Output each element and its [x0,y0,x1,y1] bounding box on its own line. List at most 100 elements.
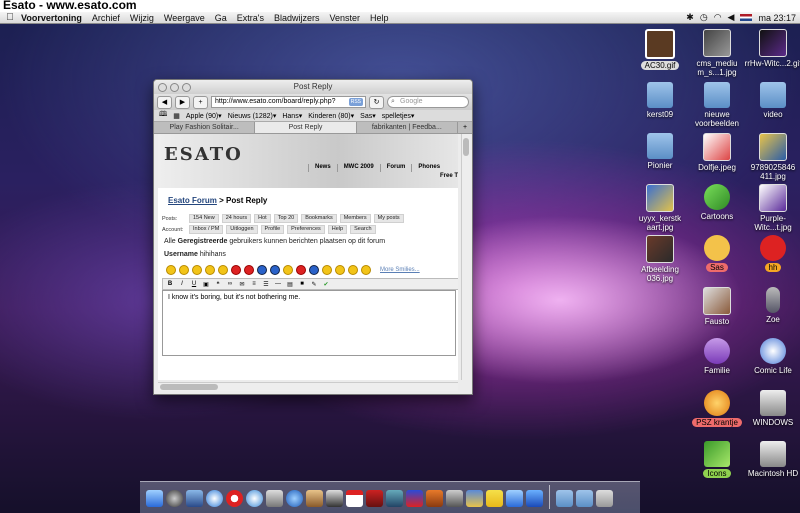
nav-mwc[interactable]: MWC 2009 [336,164,380,172]
menu-extras[interactable]: Extra's [232,13,269,23]
window-titlebar[interactable]: Post Reply [154,80,472,94]
bookmark-item[interactable]: Nieuws (1282)▾ [228,112,277,120]
rule-icon[interactable]: ― [274,281,282,287]
top-sites-grid-icon[interactable]: ▦ [173,112,180,120]
preview-app-icon[interactable] [306,490,323,507]
wifi-icon[interactable]: ◠ [714,12,722,23]
posts-top20[interactable]: Top 20 [273,214,299,223]
desktop-item[interactable]: Purple-Witc...t.jpg [743,184,800,232]
app-icon[interactable] [446,490,463,507]
opera-icon[interactable] [226,490,243,507]
desktop-item[interactable]: WINDOWS [743,390,800,427]
email-icon[interactable]: ✉ [238,281,246,288]
new-tab-button[interactable]: + [458,122,472,133]
desktop-item[interactable]: Fausto [687,287,747,326]
account-inbox[interactable]: Inbox / PM [189,225,224,234]
horizontal-scrollbar[interactable] [158,382,458,391]
bluetooth-icon[interactable]: ✱ [686,12,694,23]
desktop-item[interactable]: video [743,82,800,119]
minimize-button[interactable] [170,83,179,92]
desktop-item[interactable]: Comic Life [743,338,800,375]
desktop-item[interactable]: Icons [687,441,747,478]
input-flag-icon[interactable] [740,14,753,21]
save-icon[interactable]: ■ [298,281,306,287]
itunes-icon[interactable] [246,490,263,507]
url-field[interactable]: http://www.esato.com/board/reply.php? RSS [211,96,366,108]
photo-icon[interactable] [366,490,383,507]
desktop-item[interactable]: 9789025846 411.jpg [743,133,800,181]
dashboard-icon[interactable] [166,490,183,507]
trash-icon[interactable] [596,490,613,507]
menu-wijzig[interactable]: Wijzig [125,13,159,23]
smiley-icon[interactable] [179,265,189,275]
nav-phones[interactable]: Phones [411,164,446,172]
garageband-icon[interactable] [266,490,283,507]
bookmark-item[interactable]: spelletjes▾ [382,112,415,120]
smiley-icon[interactable] [205,265,215,275]
close-button[interactable] [158,83,167,92]
posts-hot[interactable]: Hot [254,214,271,223]
nav-forum[interactable]: Forum [379,164,412,172]
app-icon[interactable] [506,490,523,507]
add-bookmark-button[interactable]: + [193,95,208,109]
smiley-icon[interactable] [231,265,241,275]
desktop-item[interactable]: Macintosh HD [743,441,800,478]
tab-play-fashion[interactable]: Play Fashion Solitair... [154,122,256,133]
applications-folder-icon[interactable] [556,490,573,507]
smiley-icon[interactable] [322,265,332,275]
tab-fabrikanten[interactable]: fabrikanten | Feedba... [357,122,458,133]
numbered-list-icon[interactable]: ☰ [262,281,270,288]
underline-icon[interactable]: U [190,281,198,287]
esato-logo[interactable]: ESATO [164,144,243,165]
iphoto-icon[interactable] [386,490,403,507]
bookmark-item[interactable]: Hans▾ [282,112,302,120]
quote-icon[interactable]: ❝ [214,281,222,288]
ical-icon[interactable] [346,490,363,507]
account-logout[interactable]: Uitloggen [226,225,258,234]
smiley-icon[interactable] [192,265,202,275]
forward-button[interactable]: ▶ [175,95,190,109]
desktop-item[interactable]: AC30.gif [630,29,690,70]
bookmarks-book-icon[interactable]: 🕮 [159,110,167,121]
preview-icon[interactable]: ▤ [286,281,294,288]
rss-badge[interactable]: RSS [348,98,363,106]
posts-members[interactable]: Members [339,214,371,223]
bookmark-item[interactable]: Sas▾ [360,112,376,120]
tab-post-reply[interactable]: Post Reply [255,122,357,133]
app-icon[interactable] [406,490,423,507]
desktop-item[interactable]: nieuwe voorbeelden [687,82,747,128]
photo-booth-icon[interactable] [326,490,343,507]
app-icon[interactable] [466,490,483,507]
desktop-item[interactable]: PSZ krantje [687,390,747,427]
menu-bladwijzers[interactable]: Bladwijzers [269,13,325,23]
apple-menu-icon[interactable]:  [4,12,16,23]
menu-venster[interactable]: Venster [324,13,365,23]
documents-folder-icon[interactable] [576,490,593,507]
smiley-icon[interactable] [348,265,358,275]
menu-archief[interactable]: Archief [87,13,125,23]
menu-app[interactable]: Voorvertoning [16,13,87,23]
desktop-item[interactable]: Dolfje.jpeg [687,133,747,172]
smiley-icon[interactable] [257,265,267,275]
stickies-icon[interactable] [486,490,503,507]
word-icon[interactable] [526,490,543,507]
more-smilies-link[interactable]: More Smilies... [380,267,420,273]
free-link[interactable]: Free T [440,173,458,179]
menu-weergave[interactable]: Weergave [159,13,210,23]
volume-icon[interactable]: ◀ [728,12,735,23]
desktop-item[interactable]: cms_mediu m_s...1.jpg [687,29,747,77]
desktop-item[interactable]: hh [743,235,800,272]
desktop-item[interactable]: Sas [687,235,747,272]
bookmark-item[interactable]: Apple (90)▾ [186,112,222,120]
back-button[interactable]: ◀ [157,95,172,109]
finder-icon[interactable] [146,490,163,507]
smiley-icon[interactable] [296,265,306,275]
nav-news[interactable]: News [308,164,337,172]
menu-help[interactable]: Help [365,13,394,23]
mail-icon[interactable] [186,490,203,507]
desktop-item[interactable]: Familie [687,338,747,375]
scroll-thumb[interactable] [463,138,469,156]
posts-new[interactable]: 154 New [189,214,219,223]
desktop-item[interactable]: Pionier [630,133,690,170]
menu-ga[interactable]: Ga [210,13,232,23]
